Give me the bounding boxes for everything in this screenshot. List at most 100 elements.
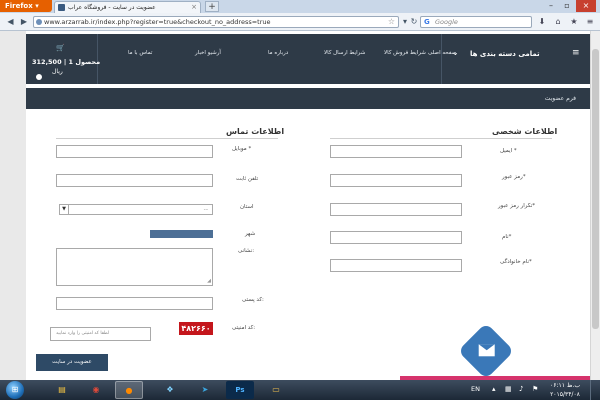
email-label: ایمیل * [500, 148, 517, 154]
menu-item-news-archive[interactable]: آرشیو اخبار [195, 50, 221, 56]
hamburger-menu-icon[interactable]: ≡ [572, 48, 580, 58]
scrollbar-thumb[interactable] [592, 49, 599, 329]
register-submit-button[interactable]: عضویت در سایت [36, 354, 108, 371]
windows-taskbar: ⊞ ▤ ◉ ● ❖ ➤ Ps ▭ EN ▴ ▦ ♪ ⚑ ۰۶:۱۱ ب.ظ ۲۰… [0, 380, 600, 400]
chrome-taskbar-icon[interactable]: ◉ [82, 381, 110, 399]
password-repeat-label: تکرار رمز عبور* [498, 203, 536, 209]
reload-icon[interactable]: ↻ [409, 16, 419, 28]
browser-navbar: ◀ ▶ www.arzarrab.ir/index.php?register=t… [0, 13, 600, 31]
folder-taskbar-icon[interactable]: ▭ [262, 381, 290, 399]
address-label: نشانی: [238, 248, 255, 254]
show-desktop-button[interactable] [590, 380, 600, 400]
back-icon[interactable]: ◀ [4, 16, 17, 28]
categories-title: تمامی دسته بندی ها [470, 50, 540, 58]
cart-icon: 🛒 [56, 44, 65, 52]
cart-price: 312,500 [32, 58, 62, 66]
telegram-taskbar-icon[interactable]: ➤ [191, 381, 219, 399]
last-name-label: نام خانوادگی* [500, 259, 532, 265]
city-select-button[interactable] [150, 230, 213, 238]
globe-icon [36, 19, 42, 25]
explorer-taskbar-icon[interactable]: ▤ [48, 381, 76, 399]
main-menu: تماس با ما آرشیو اخبار درباره ما شرایط ا… [98, 34, 456, 84]
province-label: استان [240, 204, 254, 210]
password-label: رمز عبور* [502, 174, 526, 180]
province-select[interactable]: ▼ -- [59, 204, 213, 215]
mobile-field[interactable] [56, 145, 213, 158]
personal-info-divider [330, 138, 552, 139]
email-field[interactable] [330, 145, 462, 158]
chevron-down-icon: ⌄ [452, 48, 459, 57]
taskbar-clock[interactable]: ۰۶:۱۱ ب.ظ ۲۰۱۵/۳۴/۰۸ [545, 381, 585, 399]
menu-item-sales-terms[interactable]: شرایط فروش کالا [384, 50, 426, 56]
browser-tabbar: Firefox ▾ عضویت در سایت - فروشگاه عراب ×… [0, 0, 600, 13]
clock-time: ۰۶:۱۱ ب.ظ [550, 382, 580, 389]
postal-code-field[interactable] [56, 297, 213, 310]
home-icon[interactable]: ⌂ [552, 16, 564, 28]
cart-dot-icon [36, 74, 42, 80]
contact-info-divider [56, 138, 278, 139]
menu-item-about[interactable]: درباره ما [268, 50, 288, 56]
minimize-icon[interactable]: – [544, 0, 558, 12]
select-arrow-icon: ▼ [60, 205, 69, 214]
network-app-taskbar-icon[interactable]: ❖ [156, 381, 184, 399]
download-icon[interactable]: ⬇ [536, 16, 548, 28]
clock-date: ۲۰۱۵/۳۴/۰۸ [550, 391, 580, 398]
cart-currency: ریال [52, 68, 63, 75]
cart-widget[interactable]: 🛒 312,500 | 1 محصول ریال [26, 34, 101, 84]
bookmark-star-icon[interactable]: ☆ [388, 17, 395, 27]
personal-info-title: اطلاعات شخصی [492, 127, 558, 136]
captcha-image: ۴۸۲۶۶۰ [179, 322, 213, 335]
url-text: www.arzarrab.ir/index.php?register=true&… [44, 18, 271, 26]
tab-title: عضویت در سایت - فروشگاه عراب [68, 4, 156, 11]
tab-close-icon[interactable]: × [191, 2, 197, 13]
firefox-taskbar-icon[interactable]: ● [115, 381, 143, 399]
flag-icon[interactable]: ⚑ [532, 385, 538, 393]
menu-icon[interactable]: ≡ [584, 16, 596, 28]
menu-item-contact[interactable]: تماس با ما [128, 50, 152, 56]
envelope-icon [478, 344, 495, 357]
forward-icon[interactable]: ▶ [18, 16, 30, 28]
breadcrumb: فرم عضویت [26, 88, 590, 109]
close-window-icon[interactable]: × [576, 0, 596, 12]
page-scrollbar[interactable] [590, 31, 600, 380]
captcha-input[interactable]: لطفا کد امنیتی را وارد نمایید [50, 327, 151, 341]
dropdown-arrow-icon[interactable]: ▾ [401, 16, 409, 28]
contact-mail-button[interactable] [457, 322, 515, 380]
all-categories-dropdown[interactable]: ⌄ تمامی دسته بندی ها ≡ [441, 34, 590, 84]
tray-arrow-icon[interactable]: ▴ [492, 385, 496, 393]
first-name-field[interactable] [330, 231, 462, 244]
url-bar[interactable]: www.arzarrab.ir/index.php?register=true&… [33, 16, 399, 28]
bookmarks-icon[interactable]: ★ [568, 16, 580, 28]
first-name-label: نام* [502, 234, 512, 240]
resize-grip-icon[interactable]: ◢ [207, 278, 211, 284]
search-input[interactable]: G Google [420, 16, 532, 28]
password-field[interactable] [330, 174, 462, 187]
cart-count: 1 محصول [68, 58, 101, 66]
google-icon: G [424, 18, 430, 26]
browser-tab-active[interactable]: عضویت در سایت - فروشگاه عراب × [54, 1, 201, 13]
menu-item-shipping-terms[interactable]: شرایط ارسال کالا [324, 50, 365, 56]
network-icon[interactable]: ▦ [505, 385, 512, 393]
site-favicon-icon [58, 4, 65, 11]
last-name-field[interactable] [330, 259, 462, 272]
new-tab-button[interactable]: + [205, 1, 219, 12]
start-button[interactable]: ⊞ [6, 381, 24, 399]
search-placeholder: Google [435, 18, 458, 26]
site-header: 🛒 312,500 | 1 محصول ریال تماس با ما آرشی… [26, 34, 590, 84]
web-page: 🛒 312,500 | 1 محصول ریال تماس با ما آرشی… [0, 31, 600, 380]
firefox-menu-button[interactable]: Firefox ▾ [0, 0, 52, 12]
phone-field[interactable] [56, 174, 213, 187]
cart-summary: 312,500 | 1 محصول [32, 58, 101, 66]
password-repeat-field[interactable] [330, 203, 462, 216]
city-label: شهر [245, 231, 256, 237]
volume-icon[interactable]: ♪ [519, 385, 523, 393]
language-indicator[interactable]: EN [471, 385, 480, 393]
firefox-menu-label: Firefox [5, 2, 33, 10]
photoshop-taskbar-icon[interactable]: Ps [226, 381, 254, 399]
postal-code-label: کد پستی: [242, 297, 264, 303]
mobile-label: موبایل * [232, 146, 252, 152]
phone-label: تلفن ثابت [236, 176, 259, 182]
address-textarea[interactable]: ◢ [56, 248, 213, 286]
page-margin [0, 31, 26, 380]
maximize-icon[interactable]: ▫ [560, 0, 574, 12]
